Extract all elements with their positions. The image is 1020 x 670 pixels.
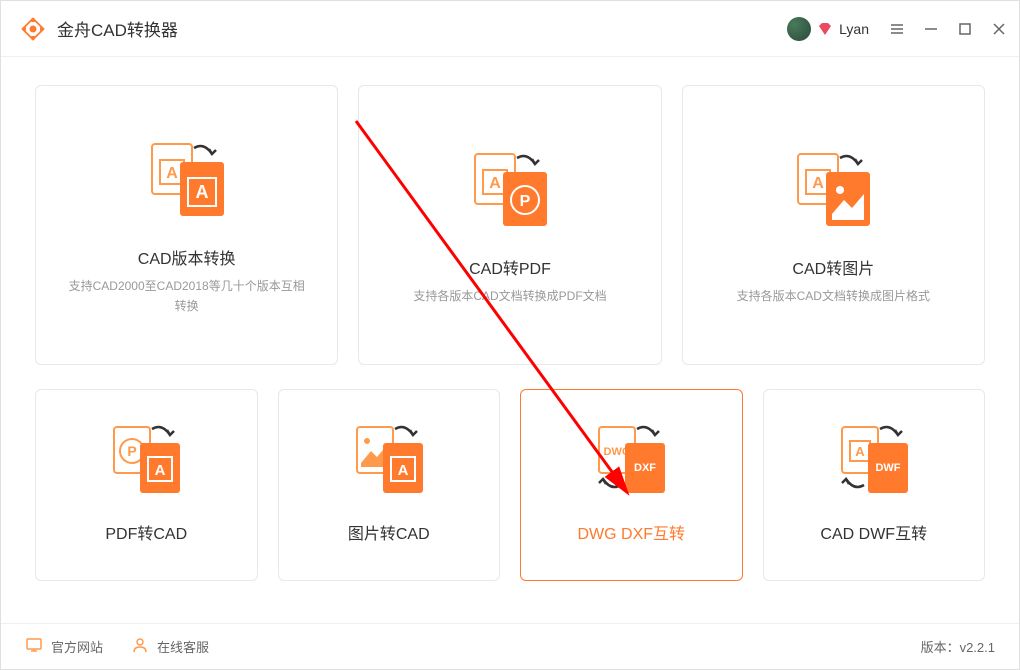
card-title: CAD版本转换 [138, 245, 236, 269]
svg-text:P: P [128, 443, 137, 459]
card-title: CAD转图片 [792, 255, 874, 279]
avatar [787, 17, 811, 41]
card-title: CAD转PDF [469, 255, 551, 279]
menu-icon[interactable] [889, 21, 905, 37]
version-text: 版本：v2.2.1 [921, 637, 995, 656]
cad-dwf-icon: A DWF [834, 419, 914, 504]
svg-text:DXF: DXF [634, 462, 656, 474]
username: Lyan [839, 21, 869, 37]
card-cad-dwf-convert[interactable]: A DWF CAD DWF互转 [763, 389, 986, 581]
app-logo-icon [19, 15, 47, 43]
online-support-link[interactable]: 在线客服 [131, 636, 209, 657]
svg-text:A: A [166, 165, 178, 182]
app-title: 金舟CAD转换器 [57, 16, 178, 41]
card-title: 图片转CAD [348, 520, 430, 544]
image-to-cad-icon: A [349, 419, 429, 504]
top-row: A A CAD版本转换 支持CAD2000至CAD2018等几十个版本互相转换 … [35, 85, 985, 365]
svg-text:DWF: DWF [875, 462, 900, 474]
pdf-to-cad-icon: P A [106, 419, 186, 504]
svg-text:A: A [813, 175, 825, 192]
cad-to-pdf-icon: A P [465, 144, 555, 239]
card-cad-to-pdf[interactable]: A P CAD转PDF 支持各版本CAD文档转换成PDF文档 [358, 85, 661, 365]
svg-text:A: A [489, 175, 501, 192]
card-dwg-dxf-convert[interactable]: DWG DXF DWG DXF互转 [520, 389, 743, 581]
card-image-to-cad[interactable]: A 图片转CAD [278, 389, 501, 581]
card-cad-version-convert[interactable]: A A CAD版本转换 支持CAD2000至CAD2018等几十个版本互相转换 [35, 85, 338, 365]
official-website-link[interactable]: 官方网站 [25, 636, 103, 657]
card-desc: 支持各版本CAD文档转换成图片格式 [717, 287, 950, 306]
support-icon [131, 636, 149, 657]
close-icon[interactable] [991, 21, 1007, 37]
footer-link-label: 在线客服 [157, 637, 209, 656]
card-pdf-to-cad[interactable]: P A PDF转CAD [35, 389, 258, 581]
cad-to-image-icon: A [788, 144, 878, 239]
card-desc: 支持各版本CAD文档转换成PDF文档 [393, 287, 626, 306]
svg-text:A: A [155, 462, 166, 479]
svg-text:A: A [397, 462, 408, 479]
footer: 官方网站 在线客服 版本：v2.2.1 [1, 623, 1019, 669]
dwg-dxf-icon: DWG DXF [591, 419, 671, 504]
titlebar: 金舟CAD转换器 Lyan [1, 1, 1019, 57]
window-controls [889, 21, 1007, 37]
card-title: CAD DWF互转 [820, 520, 927, 544]
vip-diamond-icon [817, 21, 833, 37]
card-title: PDF转CAD [105, 520, 187, 544]
svg-text:A: A [195, 182, 208, 202]
card-cad-to-image[interactable]: A CAD转图片 支持各版本CAD文档转换成图片格式 [682, 85, 985, 365]
footer-link-label: 官方网站 [51, 637, 103, 656]
maximize-icon[interactable] [957, 21, 973, 37]
card-title: DWG DXF互转 [577, 520, 685, 544]
bottom-row: P A PDF转CAD A [35, 389, 985, 581]
svg-text:P: P [520, 193, 531, 210]
card-desc: 支持CAD2000至CAD2018等几十个版本互相转换 [46, 277, 327, 315]
user-area[interactable]: Lyan [787, 17, 869, 41]
cad-version-icon: A A [142, 134, 232, 229]
svg-text:A: A [855, 444, 865, 459]
minimize-icon[interactable] [923, 21, 939, 37]
main-content: A A CAD版本转换 支持CAD2000至CAD2018等几十个版本互相转换 … [1, 57, 1019, 623]
monitor-icon [25, 636, 43, 657]
